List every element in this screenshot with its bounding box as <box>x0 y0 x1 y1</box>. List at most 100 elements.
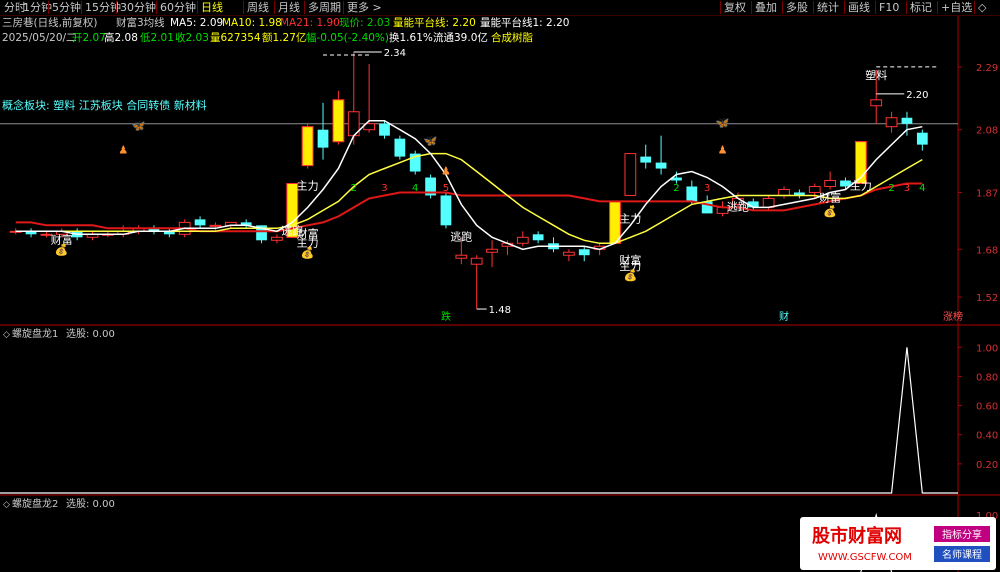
money-bag-icon: 💰 <box>55 244 69 257</box>
candle-26 <box>409 150 421 175</box>
candle-5 <box>86 231 99 241</box>
counter-label: 2 <box>673 183 679 194</box>
y-tick-label: 1.68 <box>976 245 998 256</box>
y-tick-label: 2.29 <box>976 63 998 74</box>
bottom-tag: 财 <box>779 310 789 323</box>
candle-body <box>271 236 283 241</box>
y-tick-label: 1.52 <box>976 293 998 304</box>
candle-58 <box>901 111 913 136</box>
candle-50 <box>778 186 790 199</box>
candle-body <box>440 195 452 226</box>
candle-57 <box>885 111 898 133</box>
candle-body <box>532 234 544 241</box>
p1-y-tick-label: 0.60 <box>976 402 998 413</box>
candle-59 <box>916 129 928 151</box>
price-marker-label: 1.48 <box>489 305 511 316</box>
watermark-url: WWW.GSCFW.COM <box>818 552 912 563</box>
counter-label: 5 <box>443 183 449 194</box>
panel2-toggle-icon: ◇ <box>3 500 10 510</box>
candle-body <box>563 251 575 256</box>
counter-label: 3 <box>381 183 387 194</box>
candle-10 <box>163 228 175 238</box>
candle-35 <box>548 237 559 253</box>
candle-body <box>824 180 836 187</box>
counter-label: 3 <box>904 183 910 194</box>
p1-y-tick-label: 0.40 <box>976 431 998 442</box>
p1-y-tick-label: 0.80 <box>976 372 998 383</box>
candle-body <box>379 123 390 136</box>
signal-label: 主力 <box>850 179 872 192</box>
candle-body <box>578 249 590 256</box>
candle-body <box>916 132 928 145</box>
candle-9 <box>148 225 160 235</box>
candle-body <box>686 186 698 202</box>
candle-31 <box>486 240 498 268</box>
bottom-tag: 跌 <box>441 310 451 323</box>
watermark-logo: 股市财富网 WWW.GSCFW.COM 指标分享名师课程 <box>800 517 996 570</box>
candle-body <box>209 224 222 227</box>
candle-22 <box>347 51 360 145</box>
watermark-tag2: 名师课程 <box>942 548 982 561</box>
candle-body <box>901 117 913 124</box>
candle-body <box>455 254 468 259</box>
candle-body <box>516 236 529 244</box>
money-bag-icon: 💰 <box>823 205 837 218</box>
watermark-title: 股市财富网 <box>811 525 902 547</box>
counter-label: 4 <box>919 183 925 194</box>
candle-36 <box>563 249 575 262</box>
signal-candle-21 <box>332 99 345 143</box>
money-bag-icon: 💰 <box>301 247 315 260</box>
panel2-title: 螺旋盘龙2 <box>12 497 58 510</box>
candle-15 <box>240 219 252 229</box>
signal-label: 主力 <box>619 212 641 225</box>
candle-body <box>640 156 652 163</box>
price-chart[interactable]: 2.292.081.871.681.522.341.482.20塑料财富逃跑财富… <box>0 0 1000 572</box>
candle-34 <box>532 231 544 244</box>
signal-label: 逃跑 <box>727 199 749 213</box>
price-marker-label: 2.34 <box>384 48 406 59</box>
candle-body <box>655 162 667 169</box>
candle-8 <box>132 225 145 235</box>
counter-label: 2 <box>351 183 357 194</box>
candle-53 <box>824 171 836 190</box>
signal-label: 财富 <box>819 190 841 204</box>
candle-40 <box>624 153 637 196</box>
candle-42 <box>655 135 667 175</box>
candle-25 <box>394 135 406 160</box>
candle-27 <box>425 174 436 199</box>
panel2-value: 选股: 0.00 <box>66 497 115 510</box>
counter-label: 2 <box>888 183 894 194</box>
signal-figure-icon: ♟ <box>118 144 128 157</box>
candle-body <box>486 248 498 253</box>
candle-28 <box>440 192 452 229</box>
signal-label: 塑料 <box>865 68 887 82</box>
price-marker-label: 2.20 <box>906 90 928 101</box>
butterfly-icon: 🦋 <box>132 120 146 133</box>
counter-label: 4 <box>412 183 418 194</box>
y-tick-label: 1.87 <box>976 188 998 199</box>
signal-figure-icon: ♟ <box>441 165 451 178</box>
candle-30 <box>470 255 483 310</box>
p1-y-tick-label: 1.00 <box>976 343 998 354</box>
candle-body <box>394 138 406 157</box>
panel1-value: 选股: 0.00 <box>66 327 115 340</box>
candle-body <box>194 219 206 226</box>
panel1-toggle-icon: ◇ <box>3 330 10 340</box>
candle-51 <box>794 189 805 199</box>
candle-body <box>885 117 898 128</box>
bottom-tag: 涨榜 <box>943 310 963 323</box>
signal-label: 逃跑 <box>450 229 472 243</box>
signal-label: 主力 <box>297 179 319 192</box>
signal-candle-19 <box>301 126 314 167</box>
panel1-line <box>0 347 958 494</box>
y-tick-label: 2.08 <box>976 126 998 137</box>
signal-figure-icon: ♟ <box>718 144 728 157</box>
butterfly-icon: 🦋 <box>716 117 730 130</box>
butterfly-icon: 🦋 <box>424 135 438 148</box>
watermark-tag1: 指标分享 <box>942 528 982 541</box>
candle-23 <box>363 63 375 133</box>
concept-text: 概念板块: 塑料 江苏板块 合同转债 新材料 <box>2 98 207 112</box>
candle-41 <box>640 144 652 169</box>
candle-body <box>470 257 483 265</box>
candle-12 <box>194 216 206 229</box>
